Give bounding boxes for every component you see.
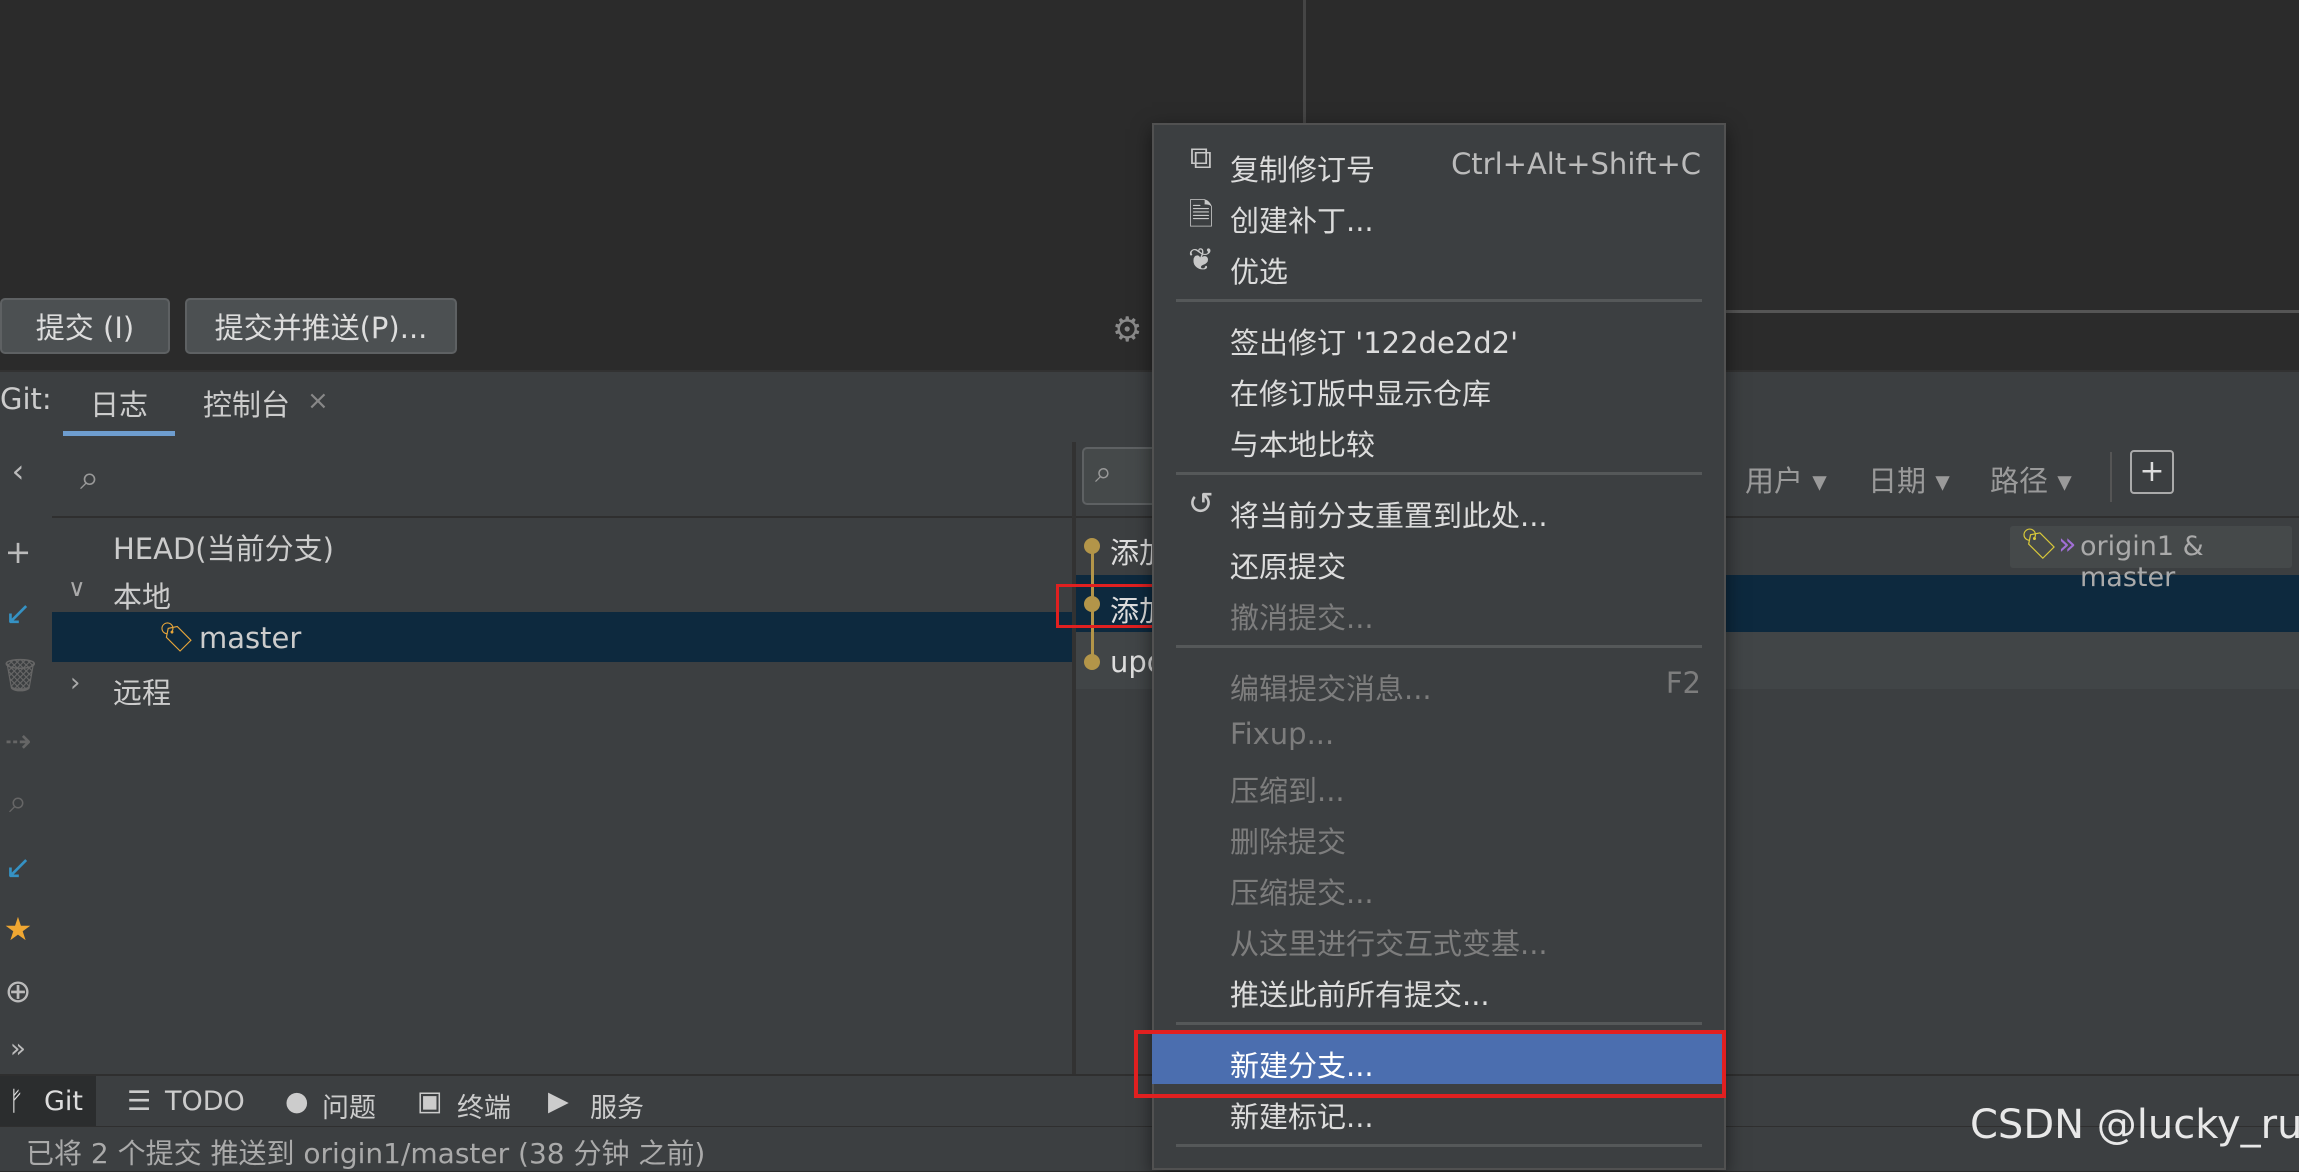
branch-head[interactable]: HEAD(当前分支) xyxy=(113,526,334,568)
merge-icon[interactable]: ⇢ xyxy=(0,722,36,760)
star-icon[interactable]: ★ xyxy=(0,910,36,948)
bottom-tab-todo[interactable]: TODO xyxy=(165,1086,245,1117)
shortcut-copy-revision: Ctrl+Alt+Shift+C xyxy=(1451,147,1701,181)
menu-item-new-tag[interactable]: 新建标记... xyxy=(1230,1094,1374,1136)
menu-item-show-repo-at-revision[interactable]: 在修订版中显示仓库 xyxy=(1230,371,1491,413)
bottom-tab-services[interactable]: 服务 xyxy=(590,1086,644,1125)
watermark: CSDN @lucky_ru xyxy=(1970,1102,2299,1148)
services-icon: ▶ xyxy=(548,1086,569,1117)
menu-separator xyxy=(1176,1144,1702,1147)
menu-item-interactive-rebase[interactable]: 从这里进行交互式变基... xyxy=(1230,921,1548,963)
menu-item-edit-commit-message[interactable]: 编辑提交消息... xyxy=(1230,666,1432,708)
branch-icon: ᚠ xyxy=(8,1086,25,1117)
tag-icon: 🏷» xyxy=(2020,527,2077,562)
toolbar-separator xyxy=(2110,452,2112,502)
commit-and-push-button[interactable]: 提交并推送(P)... xyxy=(185,298,457,354)
copy-icon: ⧉ xyxy=(1189,140,1213,176)
list-icon: ☰ xyxy=(127,1086,152,1117)
menu-item-drop-commit[interactable]: 删除提交 xyxy=(1230,819,1346,861)
menu-separator xyxy=(1176,645,1702,648)
chevron-right-icon[interactable]: › xyxy=(70,668,80,698)
menu-item-reset-branch[interactable]: 将当前分支重置到此处... xyxy=(1230,493,1548,535)
menu-separator xyxy=(1176,1022,1702,1025)
annotation-highlight-box xyxy=(1134,1030,1726,1098)
patch-icon: 🗎 xyxy=(1188,197,1214,233)
ref-label: origin1 & master xyxy=(2080,531,2204,593)
collapse-icon[interactable]: ‹ xyxy=(0,452,36,490)
status-message: 已将 2 个提交 推送到 origin1/master (38 分钟 之前) xyxy=(26,1137,706,1170)
gear-icon[interactable]: ⚙ xyxy=(1112,310,1142,350)
commit-node xyxy=(1084,654,1100,670)
tag-icon: 🏷 xyxy=(158,620,195,654)
menu-item-undo-commit[interactable]: 撤消提交... xyxy=(1230,595,1374,637)
tab-log[interactable]: 日志 xyxy=(90,382,148,424)
filter-date[interactable]: 日期 ▾ xyxy=(1868,458,1950,500)
filter-path[interactable]: 路径 ▾ xyxy=(1990,458,2072,500)
more-icon[interactable]: » xyxy=(0,1034,36,1064)
terminal-icon: ▣ xyxy=(417,1086,443,1117)
bottom-tab-git[interactable]: Git xyxy=(44,1086,83,1117)
branch-search-field[interactable] xyxy=(52,442,1072,518)
menu-item-checkout-revision[interactable]: 签出修订 '122de2d2' xyxy=(1230,320,1518,362)
update-icon[interactable]: ↙ xyxy=(0,594,36,632)
branch-group-remote[interactable]: 远程 xyxy=(113,670,171,712)
log-search-input[interactable] xyxy=(1082,447,1162,505)
fetch-icon[interactable]: ↙ xyxy=(0,848,36,886)
git-toolwindow-header xyxy=(0,370,2299,444)
menu-item-revert-commit[interactable]: 还原提交 xyxy=(1230,544,1346,586)
shortcut-edit-commit-message: F2 xyxy=(1665,666,1701,700)
close-icon[interactable]: × xyxy=(307,386,329,416)
menu-item-create-patch[interactable]: 创建补丁... xyxy=(1230,198,1374,240)
menu-item-squash-into[interactable]: 压缩到... xyxy=(1230,768,1345,810)
delete-icon[interactable]: 🗑 xyxy=(0,656,41,694)
git-label: Git: xyxy=(0,382,52,416)
menu-separator xyxy=(1176,472,1702,475)
menu-item-compare-with-local[interactable]: 与本地比较 xyxy=(1230,422,1375,464)
target-icon[interactable]: ⊕ xyxy=(0,972,36,1010)
add-icon[interactable]: + xyxy=(0,533,36,571)
active-tab-indicator xyxy=(63,431,175,436)
annotation-highlight-box xyxy=(1056,584,1160,628)
new-tab-icon[interactable]: + xyxy=(2130,450,2174,494)
bottom-tab-terminal[interactable]: 终端 xyxy=(457,1086,511,1125)
search-icon: ⌕ xyxy=(1095,455,1112,490)
menu-separator xyxy=(1176,299,1702,302)
menu-item-squash-commits[interactable]: 压缩提交... xyxy=(1230,870,1374,912)
reset-icon: ↺ xyxy=(1188,486,1214,522)
cherry-pick-icon: ❦ xyxy=(1188,242,1214,278)
chevron-down-icon[interactable]: ∨ xyxy=(68,574,86,602)
tab-console[interactable]: 控制台 xyxy=(203,382,290,424)
bottom-tab-problems[interactable]: 问题 xyxy=(322,1086,376,1125)
problems-icon: ● xyxy=(285,1086,309,1117)
search-icon[interactable]: ⌕ xyxy=(0,782,36,821)
menu-item-push-all-up-to-here[interactable]: 推送此前所有提交... xyxy=(1230,972,1490,1014)
commit-button[interactable]: 提交 (I) xyxy=(0,298,170,354)
menu-item-copy-revision[interactable]: 复制修订号 xyxy=(1230,147,1375,189)
editor-area xyxy=(0,0,1160,370)
branch-group-local[interactable]: 本地 xyxy=(113,574,171,616)
filter-user[interactable]: 用户 ▾ xyxy=(1745,458,1827,500)
commit-node xyxy=(1084,538,1100,554)
branch-master[interactable]: master xyxy=(199,621,301,655)
search-icon: ⌕ xyxy=(80,458,100,498)
menu-item-cherry-pick[interactable]: 优选 xyxy=(1230,249,1288,291)
menu-item-fixup[interactable]: Fixup... xyxy=(1230,717,1334,751)
